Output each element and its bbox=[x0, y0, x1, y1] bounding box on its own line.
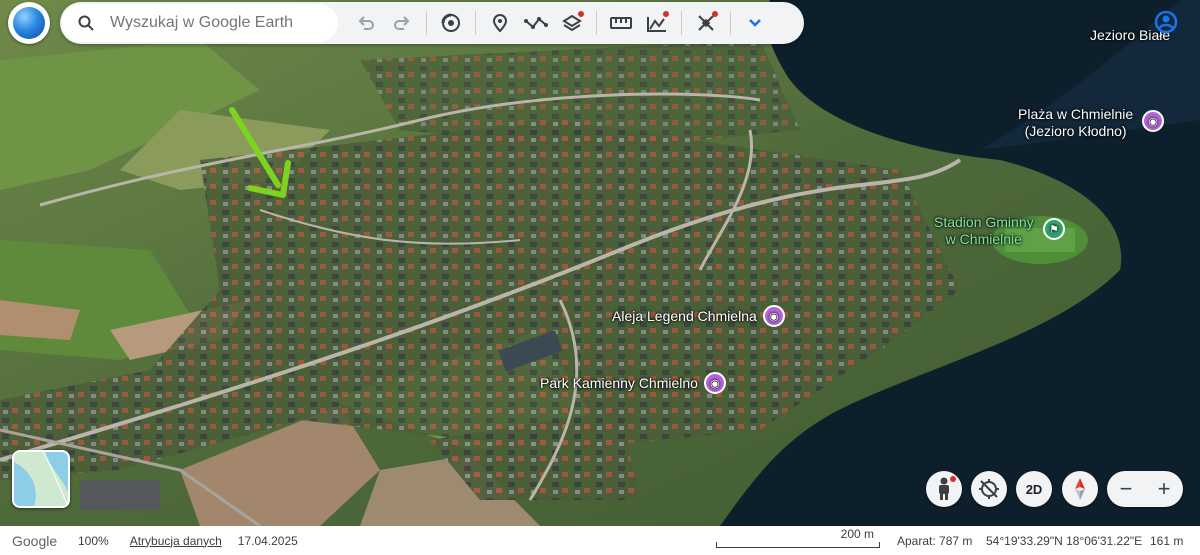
account-icon[interactable] bbox=[1154, 10, 1178, 34]
scale-bar[interactable]: 200 m bbox=[716, 526, 880, 555]
poi-stadium-pin[interactable]: ⚑ bbox=[1043, 218, 1065, 240]
measure-icon bbox=[610, 17, 632, 29]
toolbar-divider bbox=[596, 11, 597, 35]
scale-label: 200 m bbox=[840, 527, 874, 541]
search-box[interactable] bbox=[62, 4, 338, 42]
google-logo: Google bbox=[12, 532, 58, 549]
poi-beach[interactable]: Plaża w Chmielnie (Jezioro Kłodno) bbox=[1018, 106, 1133, 140]
redo-icon bbox=[394, 16, 410, 30]
poi-park-text: Park Kamienny Chmielno bbox=[540, 375, 698, 391]
poi-beach-line1: Plaża w Chmielnie bbox=[1018, 106, 1134, 122]
scale-line bbox=[716, 542, 880, 548]
status-bar: Google 100% Atrybucja danych 17.04.2025 … bbox=[0, 526, 1200, 555]
earth-logo-icon bbox=[13, 7, 45, 39]
chevron-down-icon bbox=[749, 19, 761, 27]
camera-altitude: Aparat: 787 m bbox=[897, 533, 973, 548]
poi-beach-line2: (Jezioro Kłodno) bbox=[1024, 123, 1127, 139]
map-view[interactable]: Jezioro Białe Plaża w Chmielnie (Jezioro… bbox=[0, 0, 1200, 526]
layers-button[interactable] bbox=[554, 5, 590, 41]
poi-stadium[interactable]: Stadion Gminny w Chmielnie bbox=[934, 214, 1034, 248]
reset-tilt-button[interactable] bbox=[971, 471, 1007, 507]
path-icon bbox=[524, 17, 548, 29]
ground-elevation: 161 m bbox=[1150, 533, 1184, 548]
toggle-2d-button[interactable]: 2D bbox=[1016, 471, 1052, 507]
minimap-button[interactable] bbox=[12, 450, 70, 508]
poi-alley-text: Aleja Legend Chmielna bbox=[612, 308, 757, 324]
zoom-in-button[interactable]: + bbox=[1145, 471, 1183, 507]
measure-button[interactable] bbox=[603, 5, 639, 41]
imagery-date: 17.04.2025 bbox=[237, 533, 298, 548]
toggle-2d-label: 2D bbox=[1025, 481, 1043, 497]
path-button[interactable] bbox=[518, 5, 554, 41]
poi-stadium-line1: Stadion Gminny bbox=[934, 214, 1034, 230]
reset-view-icon bbox=[979, 479, 999, 499]
redo-button[interactable] bbox=[384, 5, 420, 41]
camera-icon: ◉ bbox=[703, 372, 726, 394]
poi-beach-pin[interactable]: ◉ bbox=[1142, 110, 1164, 132]
poi-alley[interactable]: Aleja Legend Chmielna ◉ bbox=[612, 305, 785, 327]
earth-menu-button[interactable] bbox=[8, 2, 50, 44]
camera-icon: ◉ bbox=[762, 305, 785, 327]
placemark-button[interactable] bbox=[482, 5, 518, 41]
toolbar-divider bbox=[730, 11, 731, 35]
zoom-controls: − + bbox=[1107, 471, 1183, 507]
compass-icon bbox=[1075, 478, 1085, 500]
toolbar-divider bbox=[426, 11, 427, 35]
poi-park[interactable]: Park Kamienny Chmielno ◉ bbox=[540, 372, 726, 394]
search-input[interactable] bbox=[108, 13, 312, 33]
compass-button[interactable] bbox=[1062, 471, 1098, 507]
toolbar-divider bbox=[681, 11, 682, 35]
undo-icon bbox=[358, 16, 374, 30]
search-icon bbox=[78, 15, 94, 31]
notification-dot bbox=[712, 11, 718, 17]
coordinates[interactable]: 54°19'33.29"N 18°06'31.22"E bbox=[986, 534, 1142, 548]
voyager-icon bbox=[441, 13, 460, 32]
camera-icon: ◉ bbox=[1142, 110, 1164, 132]
placemark-icon bbox=[492, 13, 508, 33]
zoom-level: 100% bbox=[78, 533, 109, 548]
notification-dot bbox=[950, 476, 956, 482]
elevation-button[interactable] bbox=[639, 5, 675, 41]
voyager-button[interactable] bbox=[433, 5, 469, 41]
notification-dot bbox=[578, 11, 584, 17]
stadium-icon: ⚑ bbox=[1043, 218, 1065, 240]
zoom-out-button[interactable]: − bbox=[1107, 471, 1145, 507]
satellite-imagery bbox=[0, 0, 1200, 526]
more-tools-button[interactable] bbox=[737, 5, 773, 41]
notification-dot bbox=[663, 11, 669, 17]
pegman-button[interactable] bbox=[926, 471, 962, 507]
toolbar-divider bbox=[475, 11, 476, 35]
minimap-thumbnail bbox=[14, 452, 68, 506]
attribution-link[interactable]: Atrybucja danych bbox=[130, 534, 222, 548]
sync-button[interactable] bbox=[688, 5, 724, 41]
undo-button[interactable] bbox=[348, 5, 384, 41]
top-toolbar bbox=[60, 2, 804, 44]
poi-stadium-line2: w Chmielnie bbox=[945, 231, 1022, 247]
